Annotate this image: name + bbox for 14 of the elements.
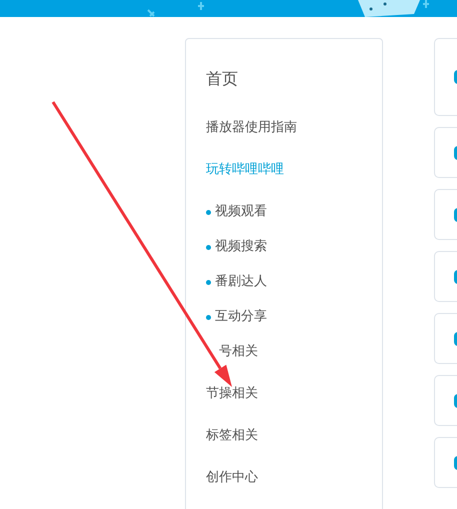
nav-link[interactable]: 创作中心 [206,469,258,487]
nav-link[interactable]: 号相关 [219,343,258,361]
nav-link[interactable]: 首页 [206,68,238,90]
nav-link[interactable]: 标签相关 [206,427,258,445]
nav-sublink[interactable]: 番剧达人 [215,273,267,291]
nav-sublink[interactable]: 互动分享 [215,308,267,326]
bullet-icon [206,280,211,284]
bullet-icon [206,244,211,250]
nav-link[interactable]: 播放器使用指南 [206,119,297,137]
nav-sublink[interactable]: 视频观看 [215,203,267,221]
bullet-icon [206,210,211,214]
nav-link[interactable]: 节操相关 [206,385,258,403]
nav-sublink[interactable]: 视频搜索 [215,238,267,256]
bullet-icon [206,314,211,320]
